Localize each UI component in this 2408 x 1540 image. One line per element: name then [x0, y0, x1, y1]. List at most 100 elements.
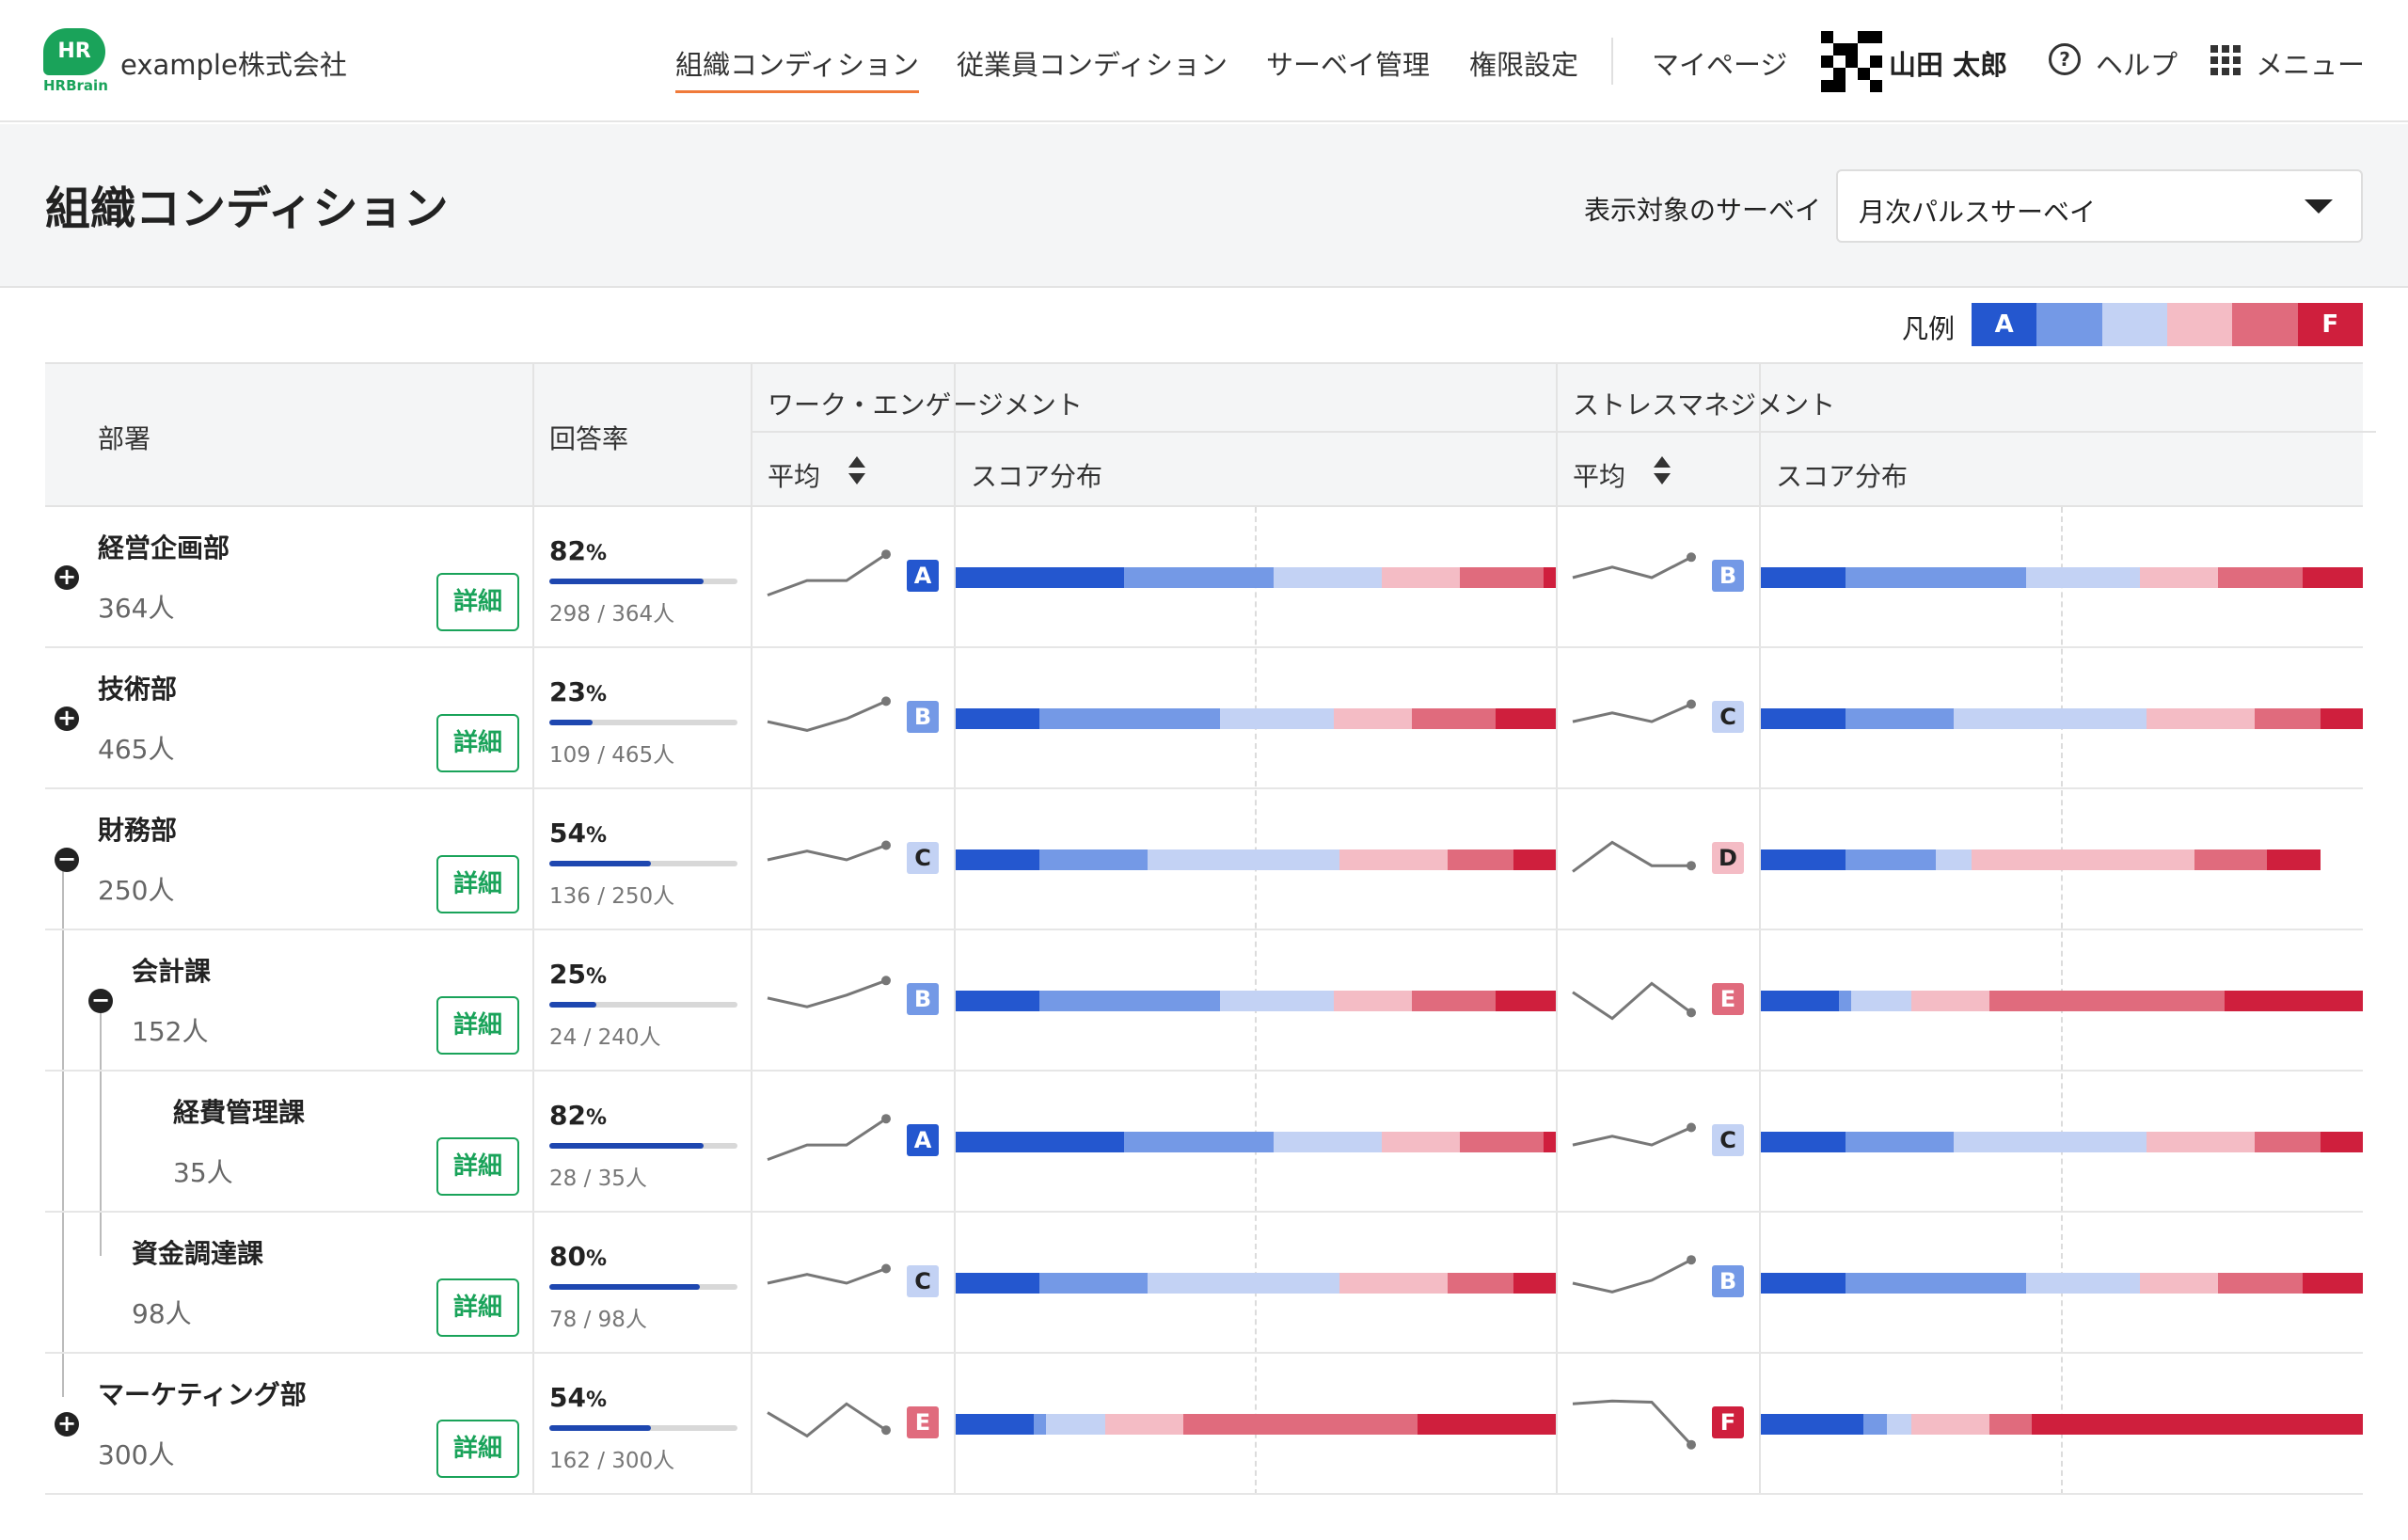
user-avatar[interactable]	[1821, 31, 1882, 92]
stress-grade-badge: C	[1712, 1124, 1744, 1156]
nav-permission-settings[interactable]: 権限設定	[1469, 43, 1578, 83]
detail-button[interactable]: 詳細	[436, 1137, 519, 1196]
sparkline-path	[1572, 703, 1692, 723]
distribution-segment	[1148, 1273, 1340, 1294]
response-count: 78 / 98人	[549, 1308, 647, 1332]
engagement-score-distribution	[956, 849, 1556, 870]
eng-avg-header[interactable]: 平均	[768, 456, 820, 494]
distribution-segment	[1496, 991, 1556, 1011]
distribution-segment	[2254, 1132, 2321, 1152]
table-row: 経費管理課 35人 詳細 82% 28 / 35人 A C	[45, 1072, 2363, 1213]
distribution-segment	[1761, 708, 1846, 729]
sparkline-latest-point	[1687, 861, 1696, 871]
eng-sort-icon[interactable]	[848, 456, 865, 488]
user-name[interactable]: 山田 太郎	[1889, 43, 2007, 83]
distribution-segment	[2146, 1132, 2255, 1152]
detail-button[interactable]: 詳細	[436, 573, 519, 631]
distribution-segment	[1953, 1132, 2147, 1152]
distribution-segment	[2321, 1132, 2363, 1152]
response-rate-value: 54	[549, 1382, 586, 1413]
table-row: − 財務部 250人 詳細 54% 136 / 250人 C D	[45, 789, 2363, 930]
distribution-segment	[1459, 1132, 1545, 1152]
distribution-segment	[1123, 567, 1275, 588]
str-sort-icon[interactable]	[1654, 456, 1671, 488]
distribution-segment	[1761, 849, 1846, 870]
collapse-icon[interactable]: −	[88, 989, 113, 1013]
distribution-segment	[2218, 1273, 2303, 1294]
sparkline-latest-point	[881, 840, 891, 850]
collapse-icon[interactable]: −	[55, 848, 79, 872]
distribution-segment	[1971, 849, 2194, 870]
sparkline-path	[767, 1402, 887, 1438]
distribution-segment	[1333, 991, 1412, 1011]
dept-member-count: 35人	[173, 1157, 233, 1188]
legend-swatch: F	[2297, 303, 2363, 346]
expand-icon[interactable]: +	[55, 1412, 79, 1437]
survey-select[interactable]: 月次パルスサーベイ	[1836, 169, 2363, 243]
distribution-segment	[2025, 1273, 2141, 1294]
expand-icon[interactable]: +	[55, 706, 79, 731]
stress-score-distribution	[1761, 1132, 2363, 1152]
dept-name: 会計課	[132, 956, 212, 987]
detail-button[interactable]: 詳細	[436, 1420, 519, 1478]
distribution-segment	[1333, 708, 1412, 729]
response-rate-bar	[549, 1425, 737, 1431]
distribution-segment	[1339, 849, 1449, 870]
nav-employee-condition[interactable]: 従業員コンディション	[957, 43, 1228, 83]
sparkline-path	[1572, 840, 1691, 873]
dept-member-count: 364人	[98, 593, 175, 624]
legend-swatch	[2036, 303, 2102, 346]
engagement-grade-badge: A	[907, 560, 939, 592]
distribution-segment	[1459, 567, 1545, 588]
trend-sparkline	[767, 1402, 891, 1438]
distribution-segment	[1381, 567, 1460, 588]
stress-score-distribution	[1761, 1414, 2363, 1435]
distribution-segment	[1033, 1414, 1046, 1435]
response-rate-fill	[549, 579, 704, 584]
legend-swatch	[2232, 303, 2298, 346]
sparkline-path	[767, 1117, 887, 1162]
sparkline-path	[767, 700, 887, 732]
distribution-segment	[1544, 567, 1556, 588]
detail-button[interactable]: 詳細	[436, 714, 519, 772]
detail-button[interactable]: 詳細	[436, 996, 519, 1055]
nav-survey-management[interactable]: サーベイ管理	[1266, 43, 1430, 83]
grid-menu-icon[interactable]	[2210, 45, 2241, 75]
distribution-segment	[1039, 991, 1220, 1011]
detail-button[interactable]: 詳細	[436, 855, 519, 913]
str-avg-header[interactable]: 平均	[1573, 456, 1625, 494]
response-rate: 80%	[549, 1241, 607, 1272]
page-title: 組織コンディション	[45, 183, 449, 235]
response-rate: 54%	[549, 818, 607, 849]
stress-grade-badge: E	[1712, 983, 1744, 1015]
hrbrain-logo[interactable]: HR HRBrain	[43, 28, 108, 94]
distribution-segment	[1761, 1132, 1846, 1152]
nav-my-page[interactable]: マイページ	[1652, 43, 1787, 83]
dept-member-count: 465人	[98, 734, 175, 765]
nav-org-condition[interactable]: 組織コンディション	[675, 43, 919, 93]
distribution-segment	[1845, 1132, 1954, 1152]
detail-button[interactable]: 詳細	[436, 1278, 519, 1337]
table-row: + マーケティング部 300人 詳細 54% 162 / 300人 E F	[45, 1354, 2363, 1495]
sparkline-path	[1572, 1258, 1692, 1294]
distribution-segment	[1910, 991, 1990, 1011]
response-rate: 25%	[549, 959, 607, 990]
distribution-segment	[1105, 1414, 1184, 1435]
help-icon[interactable]: ?	[2049, 43, 2081, 75]
distribution-segment	[1183, 1414, 1418, 1435]
distribution-segment	[1862, 1414, 1888, 1435]
menu-link[interactable]: メニュー	[2256, 43, 2365, 83]
caret-down-icon	[2305, 199, 2333, 214]
distribution-segment	[956, 1273, 1040, 1294]
distribution-segment	[1274, 567, 1382, 588]
sparkline-latest-point	[1687, 1439, 1696, 1450]
distribution-segment	[1935, 849, 1972, 870]
distribution-segment	[1953, 708, 2147, 729]
expand-icon[interactable]: +	[55, 565, 79, 590]
engagement-score-distribution	[956, 708, 1556, 729]
help-link[interactable]: ヘルプ	[2096, 43, 2178, 83]
distribution-segment	[2224, 991, 2363, 1011]
dept-name: 経営企画部	[98, 532, 230, 564]
sparkline-path	[1572, 1399, 1693, 1446]
sparkline-path	[1572, 555, 1692, 579]
